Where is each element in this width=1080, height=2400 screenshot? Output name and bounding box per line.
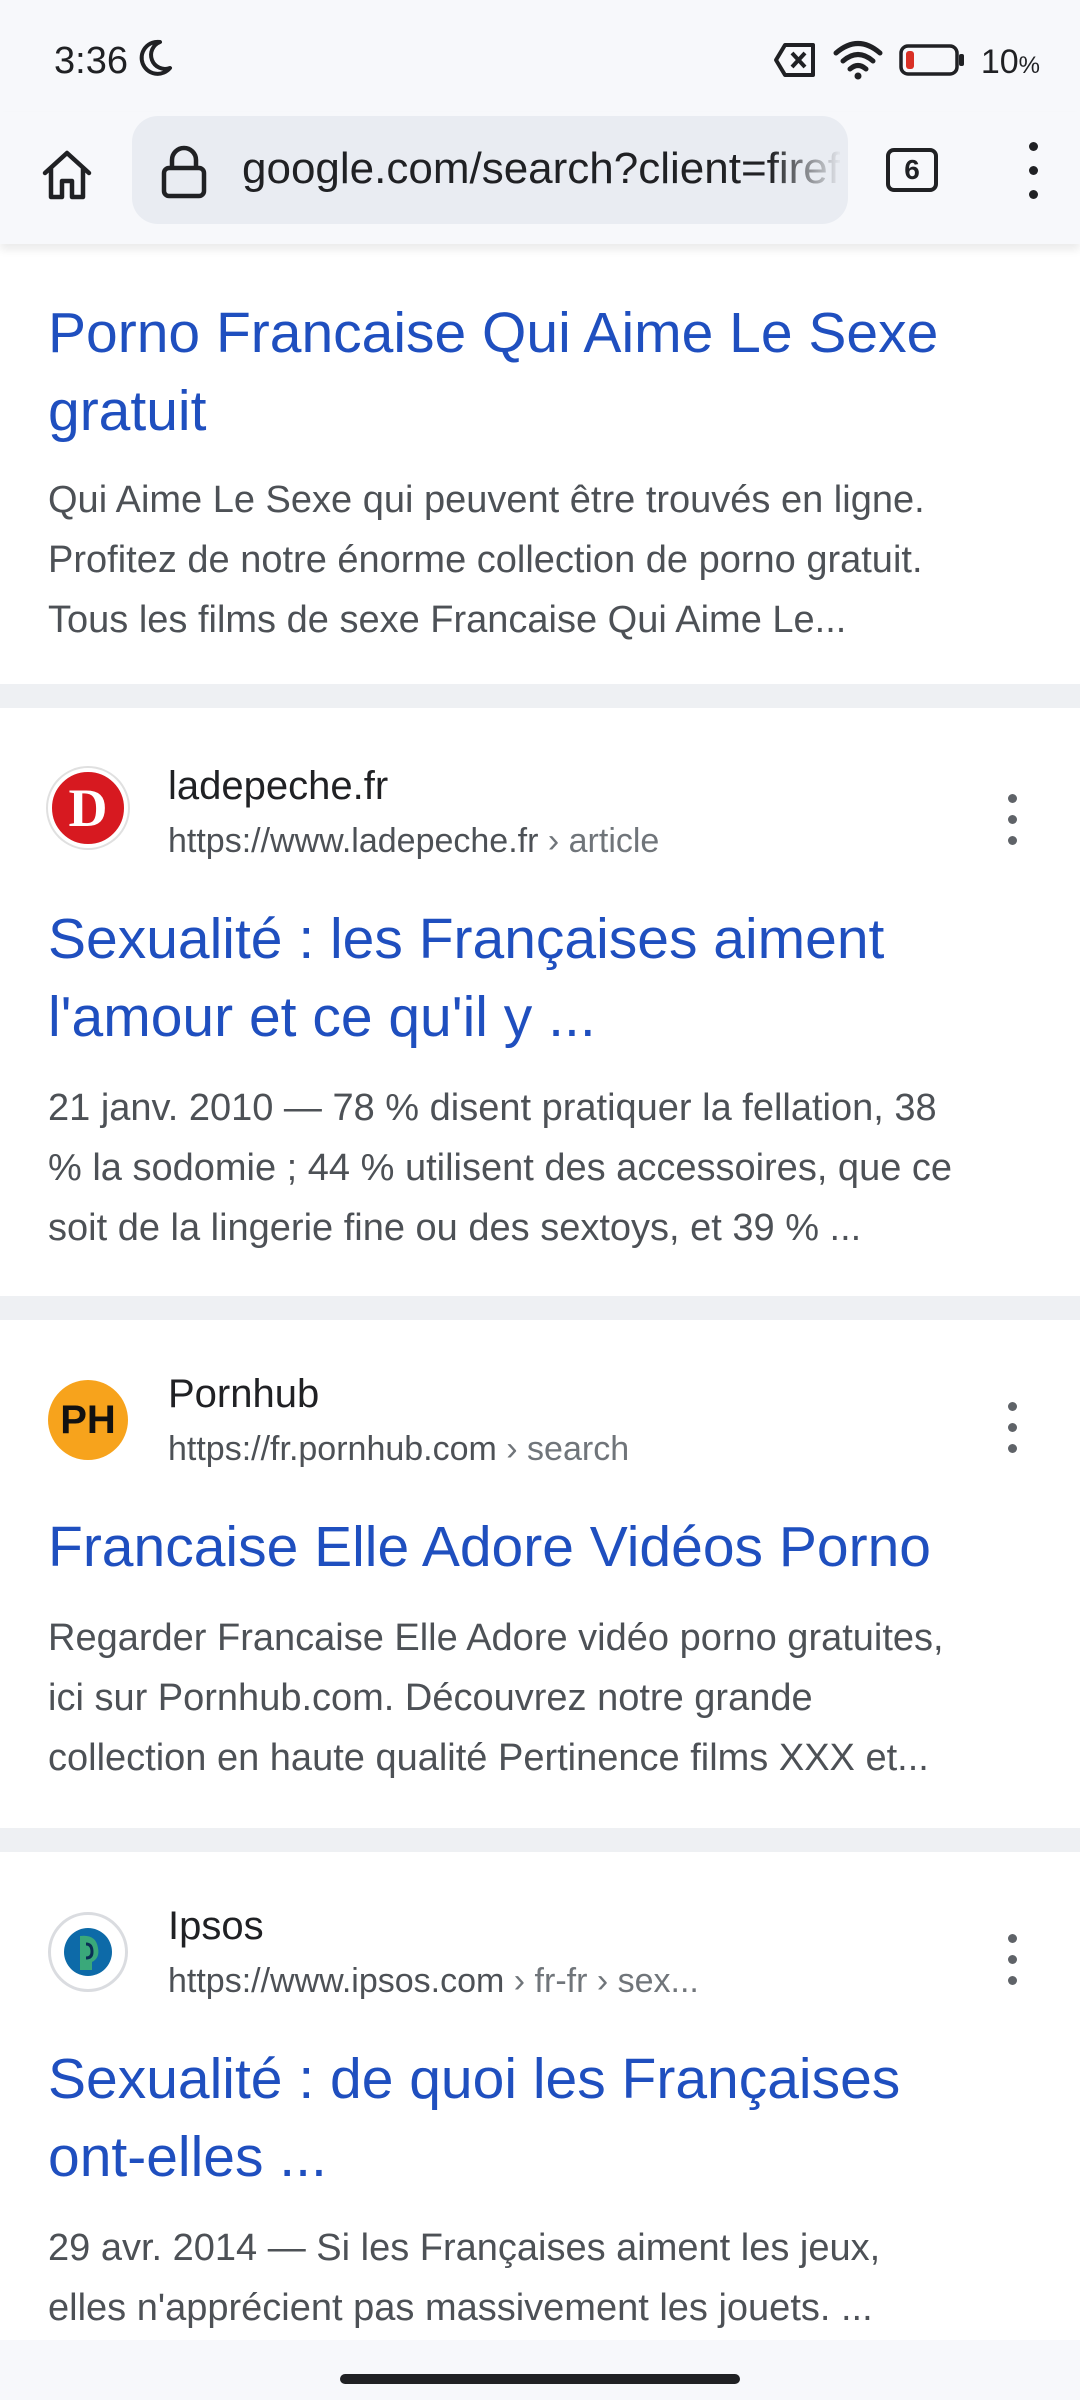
url-breadcrumb: › article — [538, 822, 660, 860]
url-breadcrumb: › search — [496, 1430, 630, 1468]
url-base: https://www.ipsos.com — [168, 1962, 505, 2000]
url-breadcrumb: › fr-fr › sex... — [504, 1962, 699, 2000]
favicon-letters: PH — [60, 1397, 116, 1442]
tab-switcher-button[interactable]: 6 — [886, 148, 938, 192]
snippet-line: Qui Aime Le Sexe qui peuvent être trouvé… — [48, 479, 925, 521]
browser-toolbar: google.com/search?client=firefox 6 — [0, 112, 1080, 244]
home-icon — [42, 150, 92, 200]
site-name[interactable]: ladepeche.fr — [168, 764, 388, 809]
ipsos-logo-icon — [64, 1928, 112, 1976]
snippet-line: Profitez de notre énorme collection de p… — [48, 539, 923, 581]
no-sim-icon — [773, 42, 817, 83]
result-title-link[interactable]: Sexualité : de quoi les Françaises ont-e… — [48, 2040, 1038, 2196]
result-snippet: 29 avr. 2014 — Si les Françaises aiment … — [48, 2218, 1038, 2338]
url-base: https://fr.pornhub.com — [168, 1430, 497, 1468]
snippet-line: Regarder Francaise Elle Adore vidéo porn… — [48, 1617, 944, 1659]
ipsos-favicon — [48, 1912, 128, 1992]
result-more-options-button[interactable] — [1000, 794, 1026, 846]
dot-icon — [1008, 794, 1017, 803]
result-divider — [0, 1296, 1080, 1320]
result-more-options-button[interactable] — [1000, 1934, 1026, 1986]
site-name[interactable]: Ipsos — [168, 1904, 264, 1949]
result-divider — [0, 1828, 1080, 1852]
result-title-line[interactable]: Francaise Elle Adore Vidéos Porno — [48, 1508, 1038, 1586]
snippet-line: ici sur Pornhub.com. Découvrez notre gra… — [48, 1677, 813, 1719]
result-title-line[interactable]: ont-elles ... — [48, 2118, 1038, 2196]
site-url[interactable]: https://www.ladepeche.fr › article — [168, 822, 659, 861]
browser-menu-button[interactable] — [1018, 142, 1048, 202]
battery-percent: 10% — [980, 43, 1040, 81]
result-divider — [0, 684, 1080, 708]
navigation-bar — [0, 2340, 1080, 2400]
menu-dot-icon — [1029, 190, 1038, 199]
snippet-line: soit de la lingerie fine ou des sextoys,… — [48, 1207, 862, 1249]
result-title-line[interactable]: Sexualité : de quoi les Françaises — [48, 2040, 1038, 2118]
dot-icon — [1008, 1444, 1017, 1453]
snippet-line: collection en haute qualité Pertinence f… — [48, 1737, 929, 1779]
menu-dot-icon — [1029, 166, 1038, 175]
status-time: 3:36 — [54, 40, 128, 82]
search-result: PH Pornhub https://fr.pornhub.com › sear… — [0, 1320, 1080, 1828]
status-bar: 3:36 10% — [0, 0, 1080, 112]
dot-icon — [1008, 815, 1017, 824]
site-url[interactable]: https://fr.pornhub.com › search — [168, 1430, 629, 1469]
dot-icon — [1008, 1423, 1017, 1432]
search-result: Porno Francaise Qui Aime Le Sexe gratuit… — [0, 244, 1080, 684]
result-snippet: 21 janv. 2010 — 78 % disent pratiquer la… — [48, 1078, 1038, 1258]
home-button[interactable] — [32, 140, 102, 210]
snippet-line: % la sodomie ; 44 % utilisent des access… — [48, 1147, 953, 1189]
search-result: D ladepeche.fr https://www.ladepeche.fr … — [0, 708, 1080, 1296]
result-title-line[interactable]: gratuit — [48, 372, 1038, 450]
home-gesture-handle[interactable] — [340, 2374, 740, 2384]
menu-dot-icon — [1029, 142, 1038, 151]
result-snippet: Qui Aime Le Sexe qui peuvent être trouvé… — [48, 470, 1038, 650]
site-url[interactable]: https://www.ipsos.com › fr-fr › sex... — [168, 1962, 699, 2001]
result-more-options-button[interactable] — [1000, 1402, 1026, 1454]
site-name[interactable]: Pornhub — [168, 1372, 319, 1417]
result-title-link[interactable]: Sexualité : les Françaises aiment l'amou… — [48, 900, 1038, 1056]
snippet-line: Tous les films de sexe Francaise Qui Aim… — [48, 599, 847, 641]
dot-icon — [1008, 1955, 1017, 1964]
snippet-line: 21 janv. 2010 — 78 % disent pratiquer la… — [48, 1087, 937, 1129]
url-base: https://www.ladepeche.fr — [168, 822, 539, 860]
lock-icon — [158, 144, 210, 205]
snippet-line: 29 avr. 2014 — Si les Françaises aiment … — [48, 2227, 881, 2269]
search-result: Ipsos https://www.ipsos.com › fr-fr › se… — [0, 1852, 1080, 2340]
address-bar[interactable]: google.com/search?client=firefox — [132, 116, 848, 224]
result-title-line[interactable]: Sexualité : les Françaises aiment — [48, 900, 1038, 978]
favicon-letter: D — [68, 778, 108, 838]
dot-icon — [1008, 1976, 1017, 1985]
url-text[interactable]: google.com/search?client=firefox — [242, 144, 842, 194]
tab-count: 6 — [904, 154, 920, 185]
dot-icon — [1008, 1402, 1017, 1411]
result-title-link[interactable]: Porno Francaise Qui Aime Le Sexe gratuit — [48, 294, 1038, 450]
status-icons: 10% — [773, 40, 1040, 85]
do-not-disturb-moon-icon — [136, 38, 174, 83]
battery-icon — [899, 43, 965, 82]
ladepeche-favicon: D — [48, 768, 128, 848]
result-title-link[interactable]: Francaise Elle Adore Vidéos Porno — [48, 1508, 1038, 1586]
snippet-line: elles n'apprécient pas massivement les j… — [48, 2287, 873, 2329]
wifi-icon — [833, 40, 883, 85]
result-snippet: Regarder Francaise Elle Adore vidéo porn… — [48, 1608, 1038, 1788]
dot-icon — [1008, 1934, 1017, 1943]
result-title-line[interactable]: l'amour et ce qu'il y ... — [48, 978, 1038, 1056]
pornhub-favicon: PH — [48, 1380, 128, 1460]
dot-icon — [1008, 836, 1017, 845]
result-title-line[interactable]: Porno Francaise Qui Aime Le Sexe — [48, 294, 1038, 372]
